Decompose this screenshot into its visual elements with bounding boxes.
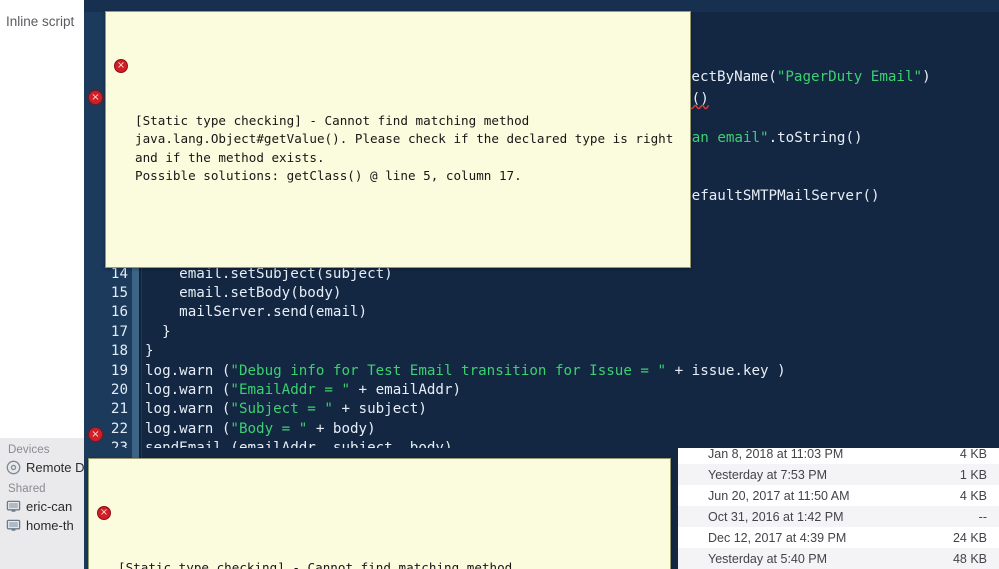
code-line[interactable]: 15 email.setBody(body) xyxy=(84,284,999,303)
line-code: log.warn ("Subject = " + subject) xyxy=(145,400,427,419)
line-number: 17 xyxy=(110,323,128,340)
tooltip-line: [Static type checking] - Cannot find mat… xyxy=(118,559,513,569)
file-date: Jan 8, 2018 at 11:03 PM xyxy=(708,446,844,461)
sidebar-item-label: home-th xyxy=(26,518,74,533)
file-size: 1 KB xyxy=(959,467,987,482)
tooltip-line: java.lang.Object#getValue(). Please chec… xyxy=(135,131,674,146)
file-row[interactable]: Jun 20, 2017 at 11:50 AM 4 KB xyxy=(678,485,999,506)
file-size: 48 KB xyxy=(952,551,987,566)
error-tooltip-bottom: × [Static type checking] - Cannot find m… xyxy=(88,458,671,569)
code-token: } xyxy=(145,343,154,360)
line-number: 20 xyxy=(110,382,128,398)
code-token: "PagerDuty Email" xyxy=(776,69,923,85)
line-code: log.warn ("Body = " + body) xyxy=(145,420,376,439)
code-line[interactable]: 16 mailServer.send(email) xyxy=(84,303,999,322)
line-number: 14 xyxy=(110,265,128,282)
error-icon: × xyxy=(97,506,111,520)
line-code: } xyxy=(145,342,154,361)
code-token: + body) xyxy=(307,420,376,437)
code-token: " xyxy=(760,129,769,146)
tooltip-body: × [Static type checking] - Cannot find m… xyxy=(97,503,660,569)
error-tooltip-top: × [Static type checking] - Cannot find m… xyxy=(105,11,691,268)
code-token: "Subject = " xyxy=(230,401,333,418)
display-icon xyxy=(6,499,21,514)
line-code: } xyxy=(145,323,171,342)
tooltip-text: [Static type checking] - Cannot find mat… xyxy=(135,112,680,186)
file-date: Oct 31, 2016 at 1:42 PM xyxy=(708,509,844,524)
tooltip-body: × [Static type checking] - Cannot find m… xyxy=(114,56,680,223)
code-token: sendEmail (emailAddr, subject, body) xyxy=(145,440,453,448)
code-token: } xyxy=(145,323,171,340)
disc-icon xyxy=(6,460,21,475)
code-token: ) xyxy=(922,69,931,85)
code-line[interactable]: 18} xyxy=(84,342,999,361)
code-line[interactable]: 21 log.warn ("Subject = " + subject) xyxy=(84,400,999,419)
error-marker-line-5[interactable]: × xyxy=(88,90,103,105)
code-line[interactable]: 20 log.warn ("EmailAddr = " + emailAddr) xyxy=(84,381,999,400)
error-marker-line-23[interactable]: × xyxy=(88,427,103,442)
file-date: Yesterday at 7:53 PM xyxy=(708,467,828,482)
file-date: Yesterday at 5:40 PM xyxy=(708,551,828,566)
code-token: "Body = " xyxy=(230,420,308,437)
inline-script-label: Inline script xyxy=(6,14,75,29)
file-row[interactable]: Oct 31, 2016 at 1:42 PM -- xyxy=(678,506,999,527)
tooltip-line: and if the method exists. xyxy=(135,149,325,165)
code-line[interactable]: 23sendEmail (emailAddr, subject, body) xyxy=(84,439,999,448)
code-token: log.warn ( xyxy=(145,362,231,379)
code-token: log.warn ( xyxy=(145,382,231,398)
file-size: 4 KB xyxy=(959,446,987,461)
code-token: log.warn ( xyxy=(145,420,231,437)
code-token: .toString() xyxy=(768,129,863,146)
code-token: + issue.key ) xyxy=(666,362,786,379)
code-token: + emailAddr) xyxy=(350,382,462,398)
line-number: 19 xyxy=(110,362,128,379)
code-line[interactable]: 19 log.warn ("Debug info for Test Email t… xyxy=(84,362,999,381)
finder-file-list[interactable]: Jan 8, 2018 at 11:03 PM 4 KB Yesterday at … xyxy=(678,438,999,569)
file-row[interactable]: Yesterday at 5:40 PM 48 KB xyxy=(678,548,999,569)
line-number: 15 xyxy=(110,285,128,301)
file-size: 4 KB xyxy=(959,488,987,503)
tooltip-text: [Static type checking] - Cannot find mat… xyxy=(118,559,660,569)
file-row[interactable]: Dec 12, 2017 at 4:39 PM 24 KB xyxy=(678,527,999,548)
error-icon: × xyxy=(114,59,128,73)
line-code: log.warn ("EmailAddr = " + emailAddr) xyxy=(145,381,461,400)
line-code: mailServer.send(email) xyxy=(145,303,367,322)
line-number: 18 xyxy=(110,343,128,360)
sidebar-item-label: eric-can xyxy=(26,499,73,514)
line-code: email.setBody(body) xyxy=(145,284,341,303)
line-code: email.setSubject(subject) xyxy=(145,265,393,284)
code-token: "Debug info for Test Email transition fo… xyxy=(230,362,667,379)
file-size: -- xyxy=(978,509,987,524)
code-token: mailServer.send(email) xyxy=(145,304,368,321)
file-date: Jun 20, 2017 at 11:50 AM xyxy=(708,488,850,503)
code-line[interactable]: 17 } xyxy=(84,323,999,342)
code-token: email.setSubject(subject) xyxy=(145,265,393,282)
line-number: 21 xyxy=(110,401,128,418)
line-code: sendEmail (emailAddr, subject, body) xyxy=(145,439,453,448)
line-code: log.warn ("Debug info for Test Email tra… xyxy=(145,362,786,381)
display-icon xyxy=(6,518,21,533)
code-token: "EmailAddr = " xyxy=(230,382,351,398)
sidebar-item-label: Remote D xyxy=(26,460,85,475)
code-line[interactable]: 14 email.setSubject(subject) xyxy=(84,265,999,284)
file-date: Dec 12, 2017 at 4:39 PM xyxy=(708,530,847,545)
file-row[interactable]: Yesterday at 7:53 PM 1 KB xyxy=(678,464,999,485)
screenshot-root: Inline script Devices Remote D Shared eric-… xyxy=(0,0,999,569)
code-line[interactable]: 22 log.warn ("Body = " + body) xyxy=(84,420,999,439)
tooltip-line: Possible solutions: getClass() @ line 5,… xyxy=(135,168,522,183)
code-token: log.warn ( xyxy=(145,401,231,418)
tooltip-line: [Static type checking] - Cannot find mat… xyxy=(135,112,530,128)
file-size: 24 KB xyxy=(952,530,987,545)
line-number: 16 xyxy=(110,304,128,321)
code-token: + subject) xyxy=(332,401,427,418)
code-token: email.setBody(body) xyxy=(145,285,342,301)
